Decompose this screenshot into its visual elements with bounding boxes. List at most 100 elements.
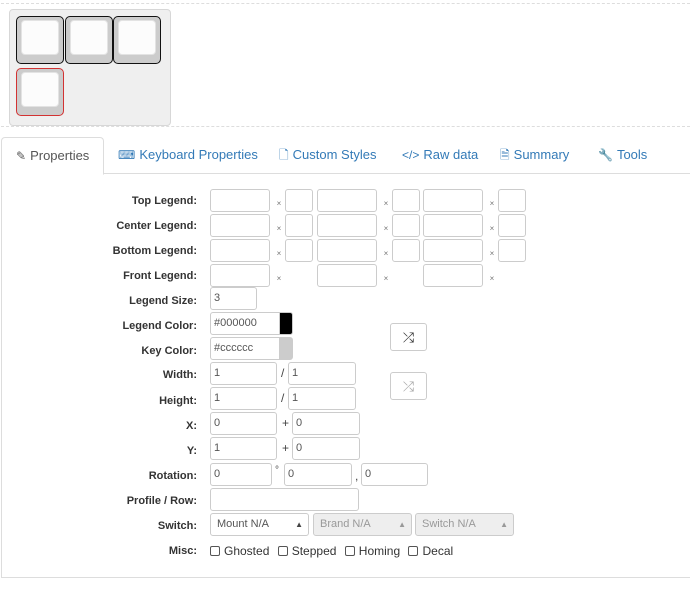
legend-input[interactable] (210, 189, 270, 212)
rotation-label: Rotation: (148, 470, 197, 482)
legend-input[interactable] (317, 214, 377, 237)
height-label: Height: (159, 395, 197, 407)
rotation-x-input[interactable]: 0 (284, 463, 352, 486)
profile-row-label: Profile / Row: (126, 495, 197, 507)
switch-brand-select[interactable]: Brand N/A ▲ (313, 513, 412, 536)
caret-up-icon: ▲ (500, 520, 508, 529)
width2-input[interactable]: 1 (288, 362, 356, 385)
comma-separator: , (355, 469, 359, 483)
legend-color-input[interactable] (285, 189, 313, 212)
legend-color-input[interactable] (392, 189, 420, 212)
y-input[interactable]: 1 (210, 437, 277, 460)
tab-label: Summary (513, 147, 570, 162)
clear-icon[interactable]: × (272, 264, 286, 287)
legend-color-input[interactable] (498, 214, 526, 237)
swap-size-button[interactable]: ⤮ (390, 372, 427, 400)
tab-tools[interactable]: 🔧 Tools (584, 137, 661, 174)
y-label: Y: (186, 445, 197, 457)
legend-size-label: Legend Size: (129, 295, 197, 307)
legend-color-label: Legend Color: (122, 320, 197, 332)
clear-icon[interactable]: × (379, 214, 393, 237)
ghosted-option[interactable]: Ghosted (210, 544, 269, 558)
key[interactable] (113, 16, 161, 64)
legend-color-input[interactable] (392, 214, 420, 237)
key-color-input[interactable]: #cccccc (210, 337, 280, 360)
legend-color-input[interactable] (392, 239, 420, 262)
clear-icon[interactable]: × (272, 189, 286, 212)
clear-icon[interactable]: × (485, 264, 499, 287)
tab-label: Custom Styles (292, 147, 377, 162)
clear-icon[interactable]: × (379, 239, 393, 262)
legend-color-input[interactable] (498, 189, 526, 212)
width-input[interactable]: 1 (210, 362, 277, 385)
tab-custom-styles[interactable]: 🗋 Custom Styles (265, 137, 390, 174)
profile-row-input[interactable] (210, 488, 359, 511)
rotation-angle-input[interactable]: 0 (210, 463, 272, 486)
key[interactable] (16, 16, 64, 64)
swap-colors-button[interactable]: ⤮ (390, 323, 427, 351)
clear-icon[interactable]: × (379, 189, 393, 212)
stepped-checkbox[interactable] (277, 546, 288, 556)
key-cap (21, 20, 59, 55)
legend-input[interactable] (423, 214, 483, 237)
caret-up-icon: ▲ (398, 520, 406, 529)
legend-color-input[interactable]: #000000 (210, 312, 280, 335)
legend-color-swatch[interactable] (279, 312, 293, 335)
tab-raw-data[interactable]: </> Raw data (388, 137, 492, 174)
y-separator: + (282, 441, 290, 455)
caret-up-icon: ▲ (295, 520, 303, 529)
degree-symbol: ° (275, 465, 279, 476)
edit-icon: ✎ (16, 149, 27, 163)
keyboard-icon: ⌨ (118, 148, 136, 162)
tab-summary[interactable]: 🗎 Summary (486, 137, 583, 174)
clear-icon[interactable]: × (485, 189, 499, 212)
legend-input[interactable] (317, 239, 377, 262)
height2-input[interactable]: 1 (288, 387, 356, 410)
tab-keyboard-properties[interactable]: ⌨ Keyboard Properties (104, 137, 272, 174)
y2-input[interactable]: 0 (292, 437, 360, 460)
stepped-option[interactable]: Stepped (277, 544, 336, 558)
legend-color-input[interactable] (285, 239, 313, 262)
select-value: Switch N/A (422, 518, 476, 530)
rotation-y-input[interactable]: 0 (361, 463, 428, 486)
legend-input[interactable] (423, 239, 483, 262)
legend-color-input[interactable] (498, 239, 526, 262)
clear-icon[interactable]: × (379, 264, 393, 287)
clear-icon[interactable]: × (485, 239, 499, 262)
tab-properties[interactable]: ✎ Properties (1, 137, 105, 175)
legend-input[interactable] (317, 264, 377, 287)
legend-size-input[interactable]: 3 (210, 287, 257, 310)
decal-checkbox[interactable] (408, 546, 419, 556)
legend-input[interactable] (317, 189, 377, 212)
x-input[interactable]: 0 (210, 412, 277, 435)
homing-checkbox[interactable] (344, 546, 355, 556)
homing-option[interactable]: Homing (344, 544, 400, 558)
selected-key[interactable] (16, 68, 64, 116)
key-color-swatch[interactable] (279, 337, 293, 360)
clear-icon[interactable]: × (485, 214, 499, 237)
center-legend-label: Center Legend: (116, 220, 197, 232)
key[interactable] (65, 16, 113, 64)
legend-color-input[interactable] (285, 214, 313, 237)
legend-input[interactable] (423, 264, 483, 287)
misc-options: Ghosted Stepped Homing Decal (210, 544, 458, 558)
legend-input[interactable] (210, 264, 270, 287)
legend-input[interactable] (423, 189, 483, 212)
clear-icon[interactable]: × (272, 214, 286, 237)
select-value: Brand N/A (320, 518, 371, 530)
key-color-label: Key Color: (141, 345, 197, 357)
switch-mount-select[interactable]: Mount N/A ▲ (210, 513, 309, 536)
code-icon: </> (402, 148, 420, 162)
keyboard-preview[interactable] (9, 9, 171, 126)
switch-type-select[interactable]: Switch N/A ▲ (415, 513, 514, 536)
clear-icon[interactable]: × (272, 239, 286, 262)
ghosted-checkbox[interactable] (210, 546, 220, 556)
front-legend-label: Front Legend: (123, 270, 197, 282)
tab-label: Raw data (423, 147, 479, 162)
legend-input[interactable] (210, 214, 270, 237)
key-cap (70, 20, 108, 55)
decal-option[interactable]: Decal (408, 544, 453, 558)
x2-input[interactable]: 0 (292, 412, 360, 435)
legend-input[interactable] (210, 239, 270, 262)
height-input[interactable]: 1 (210, 387, 277, 410)
